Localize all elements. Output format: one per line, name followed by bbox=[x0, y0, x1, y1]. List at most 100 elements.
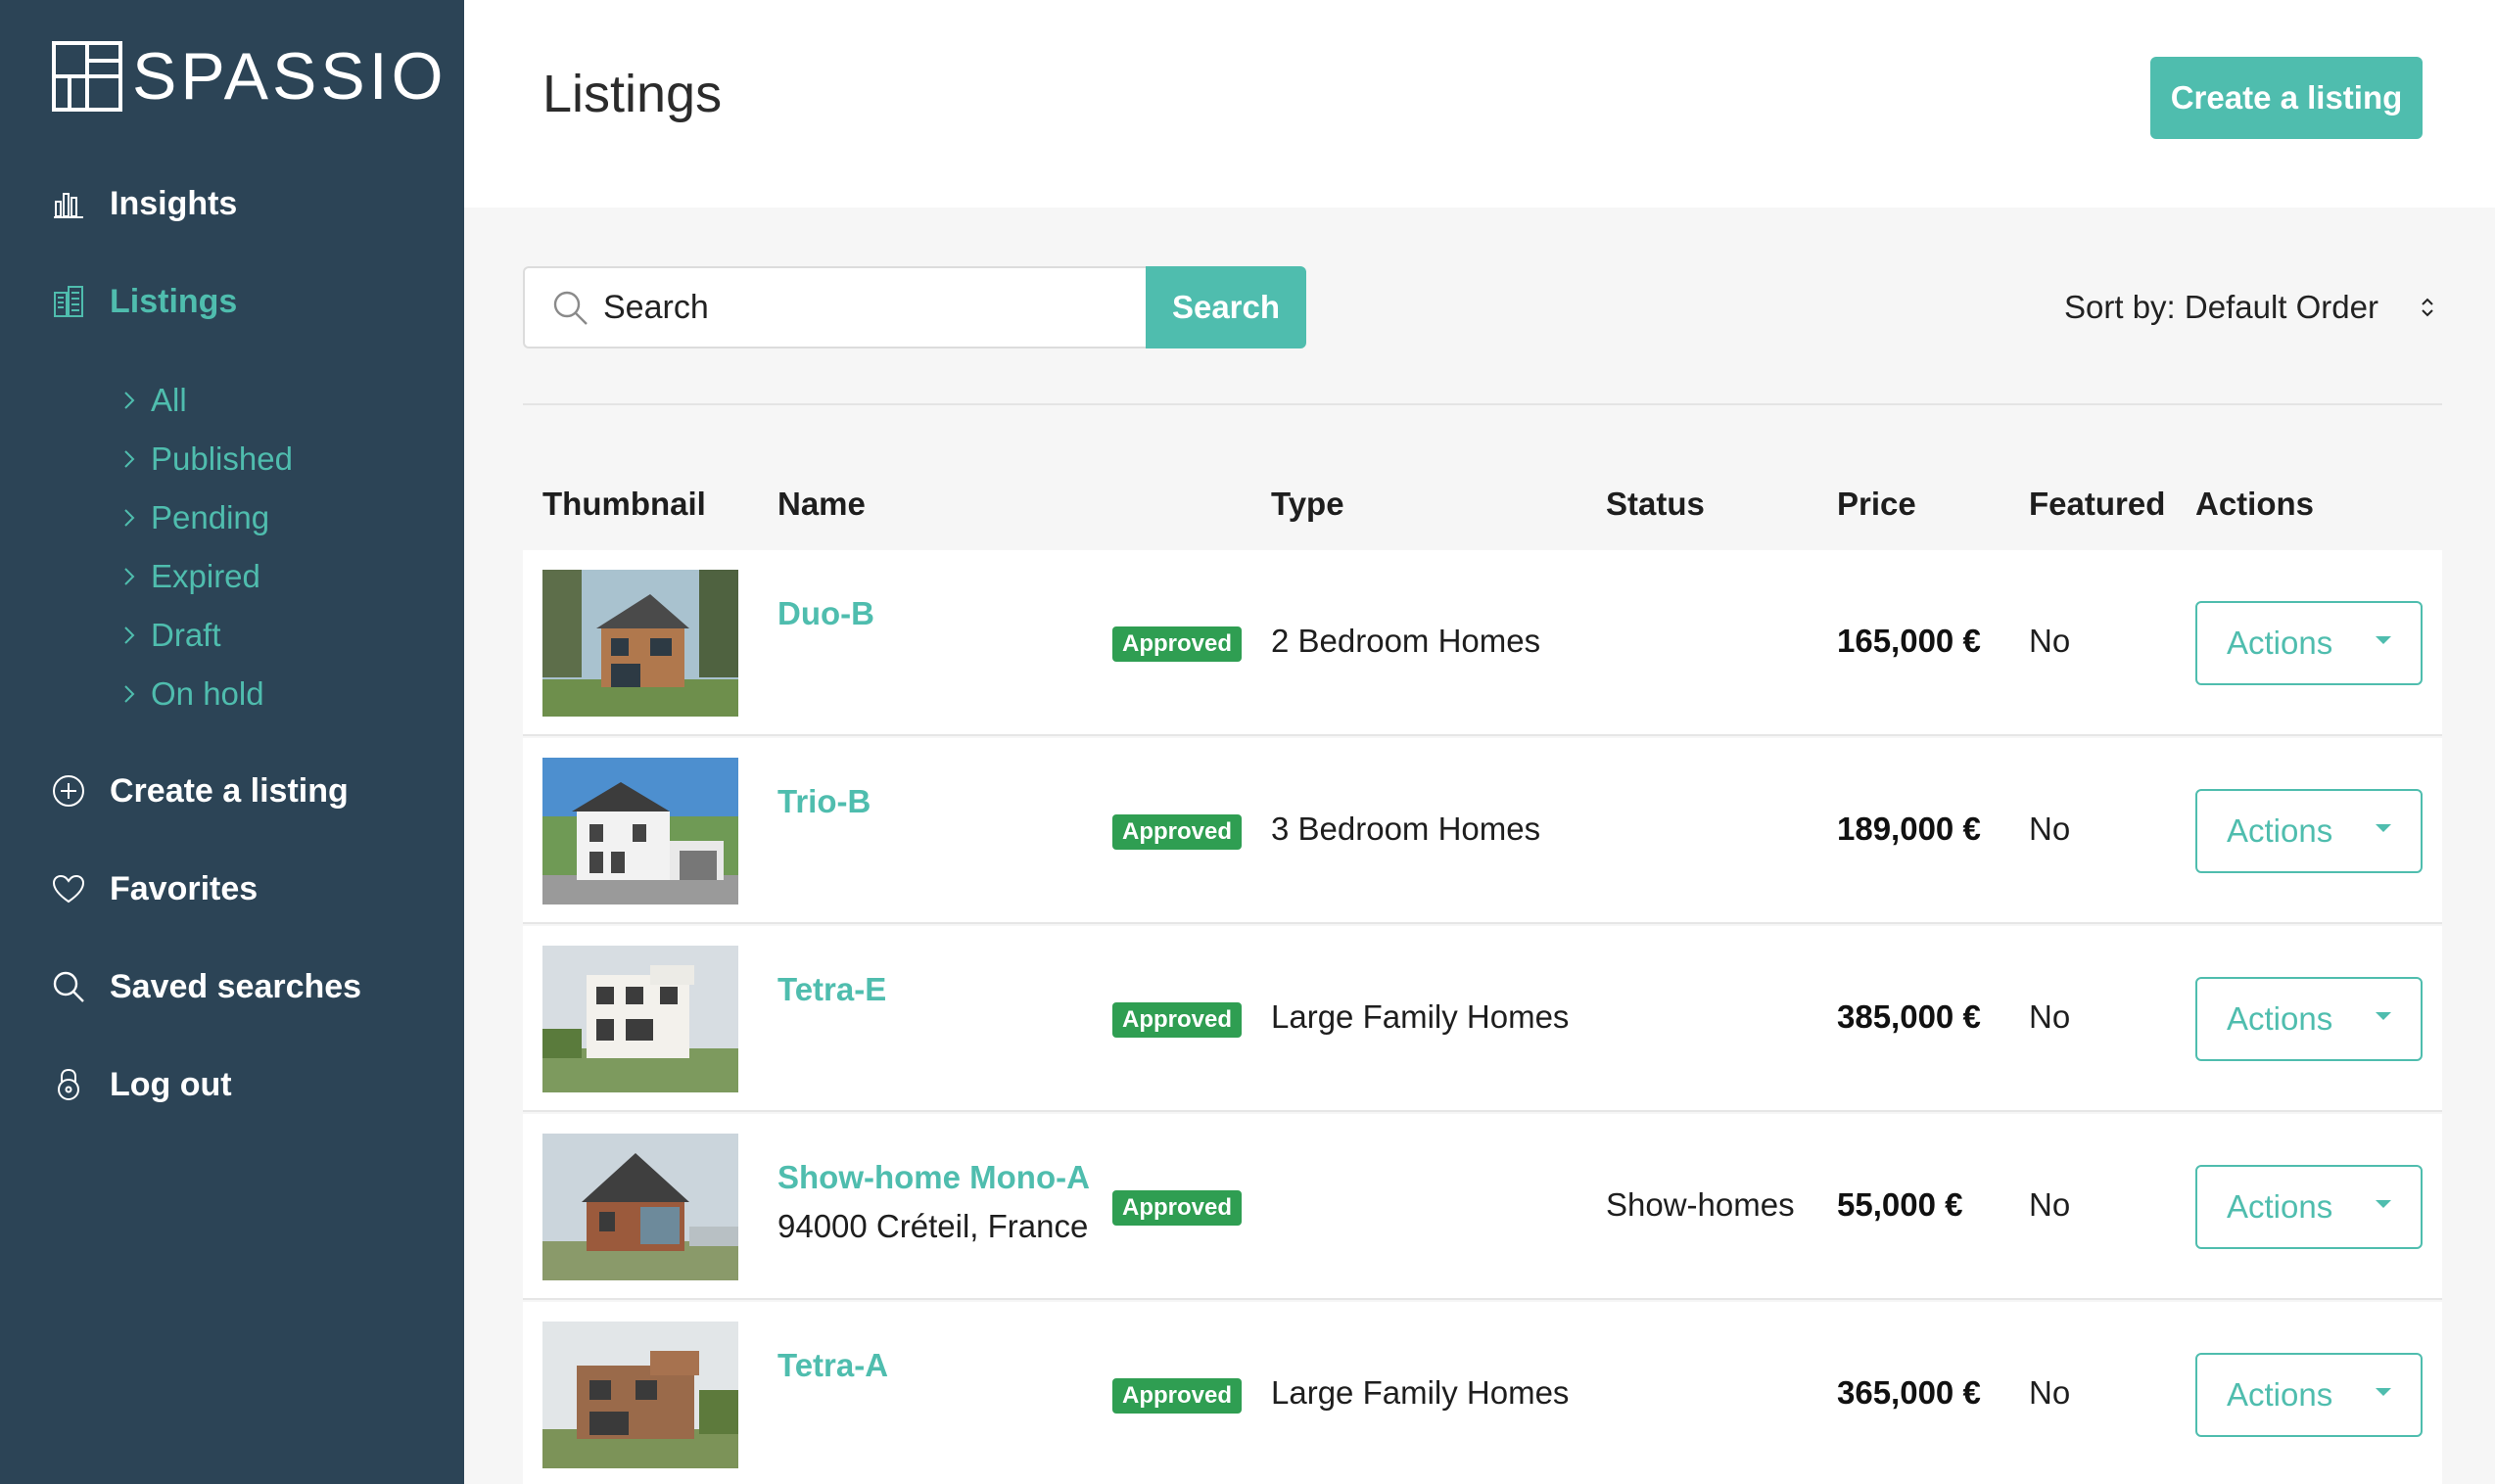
listing-type: Large Family Homes bbox=[1271, 1374, 1570, 1411]
listing-featured: No bbox=[2029, 811, 2071, 847]
column-header-name: Name bbox=[777, 486, 866, 522]
chevron-right-icon bbox=[123, 507, 139, 529]
listing-name-link[interactable]: Trio-B bbox=[777, 783, 871, 820]
caret-down-icon bbox=[2376, 824, 2391, 832]
actions-dropdown-button[interactable]: Actions bbox=[2195, 601, 2423, 685]
sidebar-subitem-expired[interactable]: Expired bbox=[123, 553, 260, 600]
page-header: Listings Create a listing bbox=[464, 0, 2495, 208]
caret-down-icon bbox=[2376, 1388, 2391, 1396]
sidebar-subitem-label: All bbox=[151, 382, 187, 418]
chevron-right-icon bbox=[123, 390, 139, 411]
lock-icon bbox=[51, 1067, 86, 1102]
listing-price: 165,000 € bbox=[1837, 623, 1981, 659]
search-field[interactable] bbox=[523, 266, 1146, 348]
listing-name-link[interactable]: Tetra-A bbox=[777, 1347, 888, 1384]
listing-featured: No bbox=[2029, 1186, 2071, 1223]
sidebar-subitem-all[interactable]: All bbox=[123, 377, 187, 424]
status-badge: Approved bbox=[1112, 814, 1243, 850]
listing-type: Large Family Homes bbox=[1271, 998, 1570, 1035]
actions-dropdown-button[interactable]: Actions bbox=[2195, 1165, 2423, 1249]
heart-icon bbox=[51, 871, 86, 906]
actions-label: Actions bbox=[2227, 1188, 2333, 1225]
sidebar-item-favorites[interactable]: Favorites bbox=[51, 859, 258, 918]
listing-thumbnail[interactable] bbox=[542, 1134, 738, 1280]
sort-select[interactable]: Sort by: Default Order bbox=[2064, 284, 2437, 331]
listing-thumbnail[interactable] bbox=[542, 1322, 738, 1468]
table-row: Show-home Mono-A 94000 Créteil, France A… bbox=[523, 1114, 2442, 1300]
listing-type: 3 Bedroom Homes bbox=[1271, 811, 1541, 847]
logo-mark-icon bbox=[52, 41, 122, 112]
table-row: Trio-B Approved 3 Bedroom Homes 189,000 … bbox=[523, 738, 2442, 924]
logo[interactable]: SPASSIO bbox=[52, 40, 447, 113]
listing-name-link[interactable]: Duo-B bbox=[777, 595, 874, 632]
status-badge: Approved bbox=[1112, 1190, 1243, 1226]
listing-featured: No bbox=[2029, 998, 2071, 1035]
listing-name-link[interactable]: Show-home Mono-A bbox=[777, 1159, 1090, 1196]
sidebar-item-create-listing[interactable]: Create a listing bbox=[51, 762, 349, 820]
brand-name: SPASSIO bbox=[132, 39, 447, 114]
status-badge: Approved bbox=[1112, 1378, 1243, 1414]
sidebar-subitem-label: Pending bbox=[151, 499, 270, 535]
sort-label: Sort by: Default Order bbox=[2064, 289, 2378, 325]
search-icon bbox=[51, 969, 86, 1004]
create-listing-button[interactable]: Create a listing bbox=[2150, 57, 2423, 139]
bar-chart-icon bbox=[51, 186, 86, 221]
caret-down-icon bbox=[2376, 636, 2391, 644]
listing-featured: No bbox=[2029, 623, 2071, 659]
sidebar-item-label: Insights bbox=[110, 184, 238, 222]
actions-label: Actions bbox=[2227, 1000, 2333, 1037]
sidebar-item-saved-searches[interactable]: Saved searches bbox=[51, 957, 361, 1016]
sidebar-subitem-draft[interactable]: Draft bbox=[123, 612, 221, 659]
sidebar-item-insights[interactable]: Insights bbox=[51, 174, 237, 233]
table-row: Tetra-A Approved Large Family Homes 365,… bbox=[523, 1302, 2442, 1484]
listing-address: 94000 Créteil, France bbox=[777, 1208, 1089, 1244]
sidebar-item-listings[interactable]: Listings bbox=[51, 272, 237, 331]
actions-dropdown-button[interactable]: Actions bbox=[2195, 977, 2423, 1061]
status-badge: Approved bbox=[1112, 626, 1243, 662]
divider bbox=[523, 403, 2442, 405]
sidebar-subitem-label: Draft bbox=[151, 617, 221, 653]
status-badge: Approved bbox=[1112, 1002, 1243, 1038]
caret-down-icon bbox=[2376, 1200, 2391, 1208]
column-header-actions: Actions bbox=[2195, 486, 2315, 522]
sidebar-subitem-published[interactable]: Published bbox=[123, 436, 293, 483]
actions-label: Actions bbox=[2227, 812, 2333, 849]
actions-dropdown-button[interactable]: Actions bbox=[2195, 1353, 2423, 1437]
sidebar-item-label: Create a listing bbox=[110, 771, 349, 810]
chevron-right-icon bbox=[123, 448, 139, 470]
table-row: Duo-B Approved 2 Bedroom Homes 165,000 €… bbox=[523, 550, 2442, 736]
listing-status: Show-homes bbox=[1606, 1186, 1795, 1223]
sort-arrows-icon bbox=[2418, 294, 2437, 321]
listing-thumbnail[interactable] bbox=[542, 946, 738, 1092]
chevron-right-icon bbox=[123, 683, 139, 705]
chevron-right-icon bbox=[123, 625, 139, 646]
actions-dropdown-button[interactable]: Actions bbox=[2195, 789, 2423, 873]
sidebar-item-log-out[interactable]: Log out bbox=[51, 1055, 232, 1114]
listing-thumbnail[interactable] bbox=[542, 570, 738, 717]
listing-thumbnail[interactable] bbox=[542, 758, 738, 904]
column-header-price: Price bbox=[1837, 486, 1916, 522]
search-icon bbox=[550, 288, 589, 327]
listing-price: 385,000 € bbox=[1837, 998, 1981, 1035]
column-header-type: Type bbox=[1271, 486, 1344, 522]
sidebar-item-label: Listings bbox=[110, 282, 238, 320]
sidebar-subitem-on-hold[interactable]: On hold bbox=[123, 671, 264, 718]
table-row: Tetra-E Approved Large Family Homes 385,… bbox=[523, 926, 2442, 1112]
actions-label: Actions bbox=[2227, 1376, 2333, 1413]
sidebar-item-label: Log out bbox=[110, 1065, 232, 1103]
sidebar-subitem-label: Published bbox=[151, 441, 293, 477]
sidebar-subitem-pending[interactable]: Pending bbox=[123, 494, 269, 541]
actions-label: Actions bbox=[2227, 625, 2333, 661]
sidebar: SPASSIO Insights Listings All Published … bbox=[0, 0, 464, 1484]
page-title: Listings bbox=[542, 65, 723, 123]
search-button[interactable]: Search bbox=[1146, 266, 1306, 348]
search-input[interactable] bbox=[603, 288, 1112, 327]
column-header-featured: Featured bbox=[2029, 486, 2166, 522]
listing-name-link[interactable]: Tetra-E bbox=[777, 971, 886, 1008]
chevron-right-icon bbox=[123, 566, 139, 587]
listing-price: 365,000 € bbox=[1837, 1374, 1981, 1411]
buildings-icon bbox=[51, 284, 86, 319]
column-header-status: Status bbox=[1606, 486, 1705, 522]
sidebar-subitem-label: Expired bbox=[151, 558, 260, 594]
sidebar-item-label: Saved searches bbox=[110, 967, 362, 1005]
